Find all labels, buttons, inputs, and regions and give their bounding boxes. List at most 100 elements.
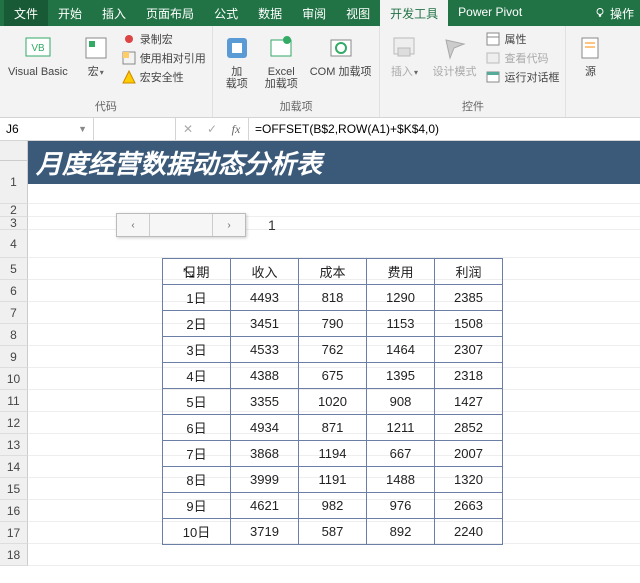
tab-developer[interactable]: 开发工具 xyxy=(380,0,448,26)
tab-tell-me[interactable]: 操作 xyxy=(584,0,640,26)
row-header[interactable]: 17 xyxy=(0,522,28,544)
table-cell[interactable]: 2240 xyxy=(435,519,503,545)
table-cell[interactable]: 4533 xyxy=(231,337,299,363)
table-cell[interactable]: 1508 xyxy=(435,311,503,337)
table-cell[interactable]: 587 xyxy=(299,519,367,545)
tab-formulas[interactable]: 公式 xyxy=(204,0,248,26)
tab-review[interactable]: 审阅 xyxy=(292,0,336,26)
spin-control[interactable]: ‹ › xyxy=(116,213,246,237)
table-header-cell[interactable]: 利润 xyxy=(435,259,503,285)
row-header[interactable]: 14 xyxy=(0,456,28,478)
table-cell[interactable]: 1191 xyxy=(299,467,367,493)
table-cell[interactable]: 982 xyxy=(299,493,367,519)
table-cell[interactable]: 2007 xyxy=(435,441,503,467)
cancel-formula-button[interactable]: ✕ xyxy=(176,122,200,136)
table-cell[interactable]: 675 xyxy=(299,363,367,389)
table-cell[interactable]: 871 xyxy=(299,415,367,441)
table-cell[interactable]: 818 xyxy=(299,285,367,311)
row-header[interactable]: 10 xyxy=(0,368,28,390)
spin-up-button[interactable]: › xyxy=(213,214,245,236)
table-cell[interactable]: 976 xyxy=(367,493,435,519)
record-macro-button[interactable]: 录制宏 xyxy=(120,30,208,48)
table-cell[interactable]: 892 xyxy=(367,519,435,545)
design-mode-button[interactable]: 设计模式 xyxy=(428,30,480,80)
insert-control-button[interactable]: 插入▾ xyxy=(384,30,424,80)
table-cell[interactable]: 1395 xyxy=(367,363,435,389)
table-cell[interactable]: 10日 xyxy=(163,519,231,545)
macros-button[interactable]: 宏▾ xyxy=(76,30,116,80)
com-addins-button[interactable]: COM 加载项 xyxy=(306,30,376,80)
select-all-corner[interactable] xyxy=(0,141,28,160)
table-cell[interactable]: 3日 xyxy=(163,337,231,363)
table-cell[interactable]: 3355 xyxy=(231,389,299,415)
row-header[interactable]: 12 xyxy=(0,412,28,434)
table-cell[interactable]: 4621 xyxy=(231,493,299,519)
row-header[interactable]: 6 xyxy=(0,280,28,302)
tab-insert[interactable]: 插入 xyxy=(92,0,136,26)
table-cell[interactable]: 908 xyxy=(367,389,435,415)
table-cell[interactable]: 2385 xyxy=(435,285,503,311)
properties-button[interactable]: 属性 xyxy=(484,30,561,48)
table-cell[interactable]: 7日 xyxy=(163,441,231,467)
table-cell[interactable]: 1290 xyxy=(367,285,435,311)
table-cell[interactable]: 2日 xyxy=(163,311,231,337)
excel-addins-button[interactable]: Excel 加载项 xyxy=(261,30,302,92)
table-cell[interactable]: 3719 xyxy=(231,519,299,545)
fx-button[interactable]: fx xyxy=(224,122,248,137)
table-cell[interactable]: 1020 xyxy=(299,389,367,415)
view-code-button[interactable]: 查看代码 xyxy=(484,49,561,67)
table-header-cell[interactable]: 收入 xyxy=(231,259,299,285)
row-header[interactable]: 1 xyxy=(0,161,28,204)
table-cell[interactable]: 5日 xyxy=(163,389,231,415)
tab-file[interactable]: 文件 xyxy=(4,0,48,26)
table-header-cell[interactable]: 日期 xyxy=(163,259,231,285)
spin-down-button[interactable]: ‹ xyxy=(117,214,149,236)
table-cell[interactable]: 9日 xyxy=(163,493,231,519)
row-header[interactable]: 18 xyxy=(0,544,28,566)
row-header[interactable]: 11 xyxy=(0,390,28,412)
table-cell[interactable]: 3868 xyxy=(231,441,299,467)
table-cell[interactable]: 1320 xyxy=(435,467,503,493)
table-row[interactable]: 4日438867513952318 xyxy=(163,363,503,389)
row-header[interactable]: 8 xyxy=(0,324,28,346)
chevron-down-icon[interactable]: ▼ xyxy=(74,124,87,134)
table-cell[interactable]: 6日 xyxy=(163,415,231,441)
table-cell[interactable]: 8日 xyxy=(163,467,231,493)
source-button[interactable]: 源 xyxy=(570,30,610,80)
visual-basic-button[interactable]: VB Visual Basic xyxy=(4,30,72,80)
table-cell[interactable]: 1153 xyxy=(367,311,435,337)
accept-formula-button[interactable]: ✓ xyxy=(200,122,224,136)
table-row[interactable]: 8日3999119114881320 xyxy=(163,467,503,493)
table-row[interactable]: 9日46219829762663 xyxy=(163,493,503,519)
table-cell[interactable]: 4388 xyxy=(231,363,299,389)
table-cell[interactable]: 1488 xyxy=(367,467,435,493)
table-cell[interactable]: 2852 xyxy=(435,415,503,441)
row-header[interactable]: 4 xyxy=(0,230,28,258)
tab-power-pivot[interactable]: Power Pivot xyxy=(448,0,532,26)
table-cell[interactable]: 1464 xyxy=(367,337,435,363)
table-cell[interactable]: 4934 xyxy=(231,415,299,441)
table-cell[interactable]: 1211 xyxy=(367,415,435,441)
macro-security-button[interactable]: 宏安全性 xyxy=(120,68,208,86)
table-header-cell[interactable]: 成本 xyxy=(299,259,367,285)
table-cell[interactable]: 1日 xyxy=(163,285,231,311)
addins-button[interactable]: 加 载项 xyxy=(217,30,257,92)
table-cell[interactable]: 4日 xyxy=(163,363,231,389)
row-header[interactable]: 16 xyxy=(0,500,28,522)
name-box-input[interactable] xyxy=(6,122,74,136)
table-cell[interactable]: 790 xyxy=(299,311,367,337)
row-header[interactable]: 13 xyxy=(0,434,28,456)
run-dialog-button[interactable]: 运行对话框 xyxy=(484,68,561,86)
table-cell[interactable]: 4493 xyxy=(231,285,299,311)
table-row[interactable]: 6日493487112112852 xyxy=(163,415,503,441)
table-cell[interactable]: 3999 xyxy=(231,467,299,493)
table-cell[interactable]: 2318 xyxy=(435,363,503,389)
row-header[interactable]: 9 xyxy=(0,346,28,368)
table-row[interactable]: 7日386811946672007 xyxy=(163,441,503,467)
row-header[interactable]: 3 xyxy=(0,217,28,230)
table-cell[interactable]: 667 xyxy=(367,441,435,467)
table-cell[interactable]: 762 xyxy=(299,337,367,363)
table-row[interactable]: 10日37195878922240 xyxy=(163,519,503,545)
table-row[interactable]: 1日449381812902385 xyxy=(163,285,503,311)
tab-data[interactable]: 数据 xyxy=(248,0,292,26)
